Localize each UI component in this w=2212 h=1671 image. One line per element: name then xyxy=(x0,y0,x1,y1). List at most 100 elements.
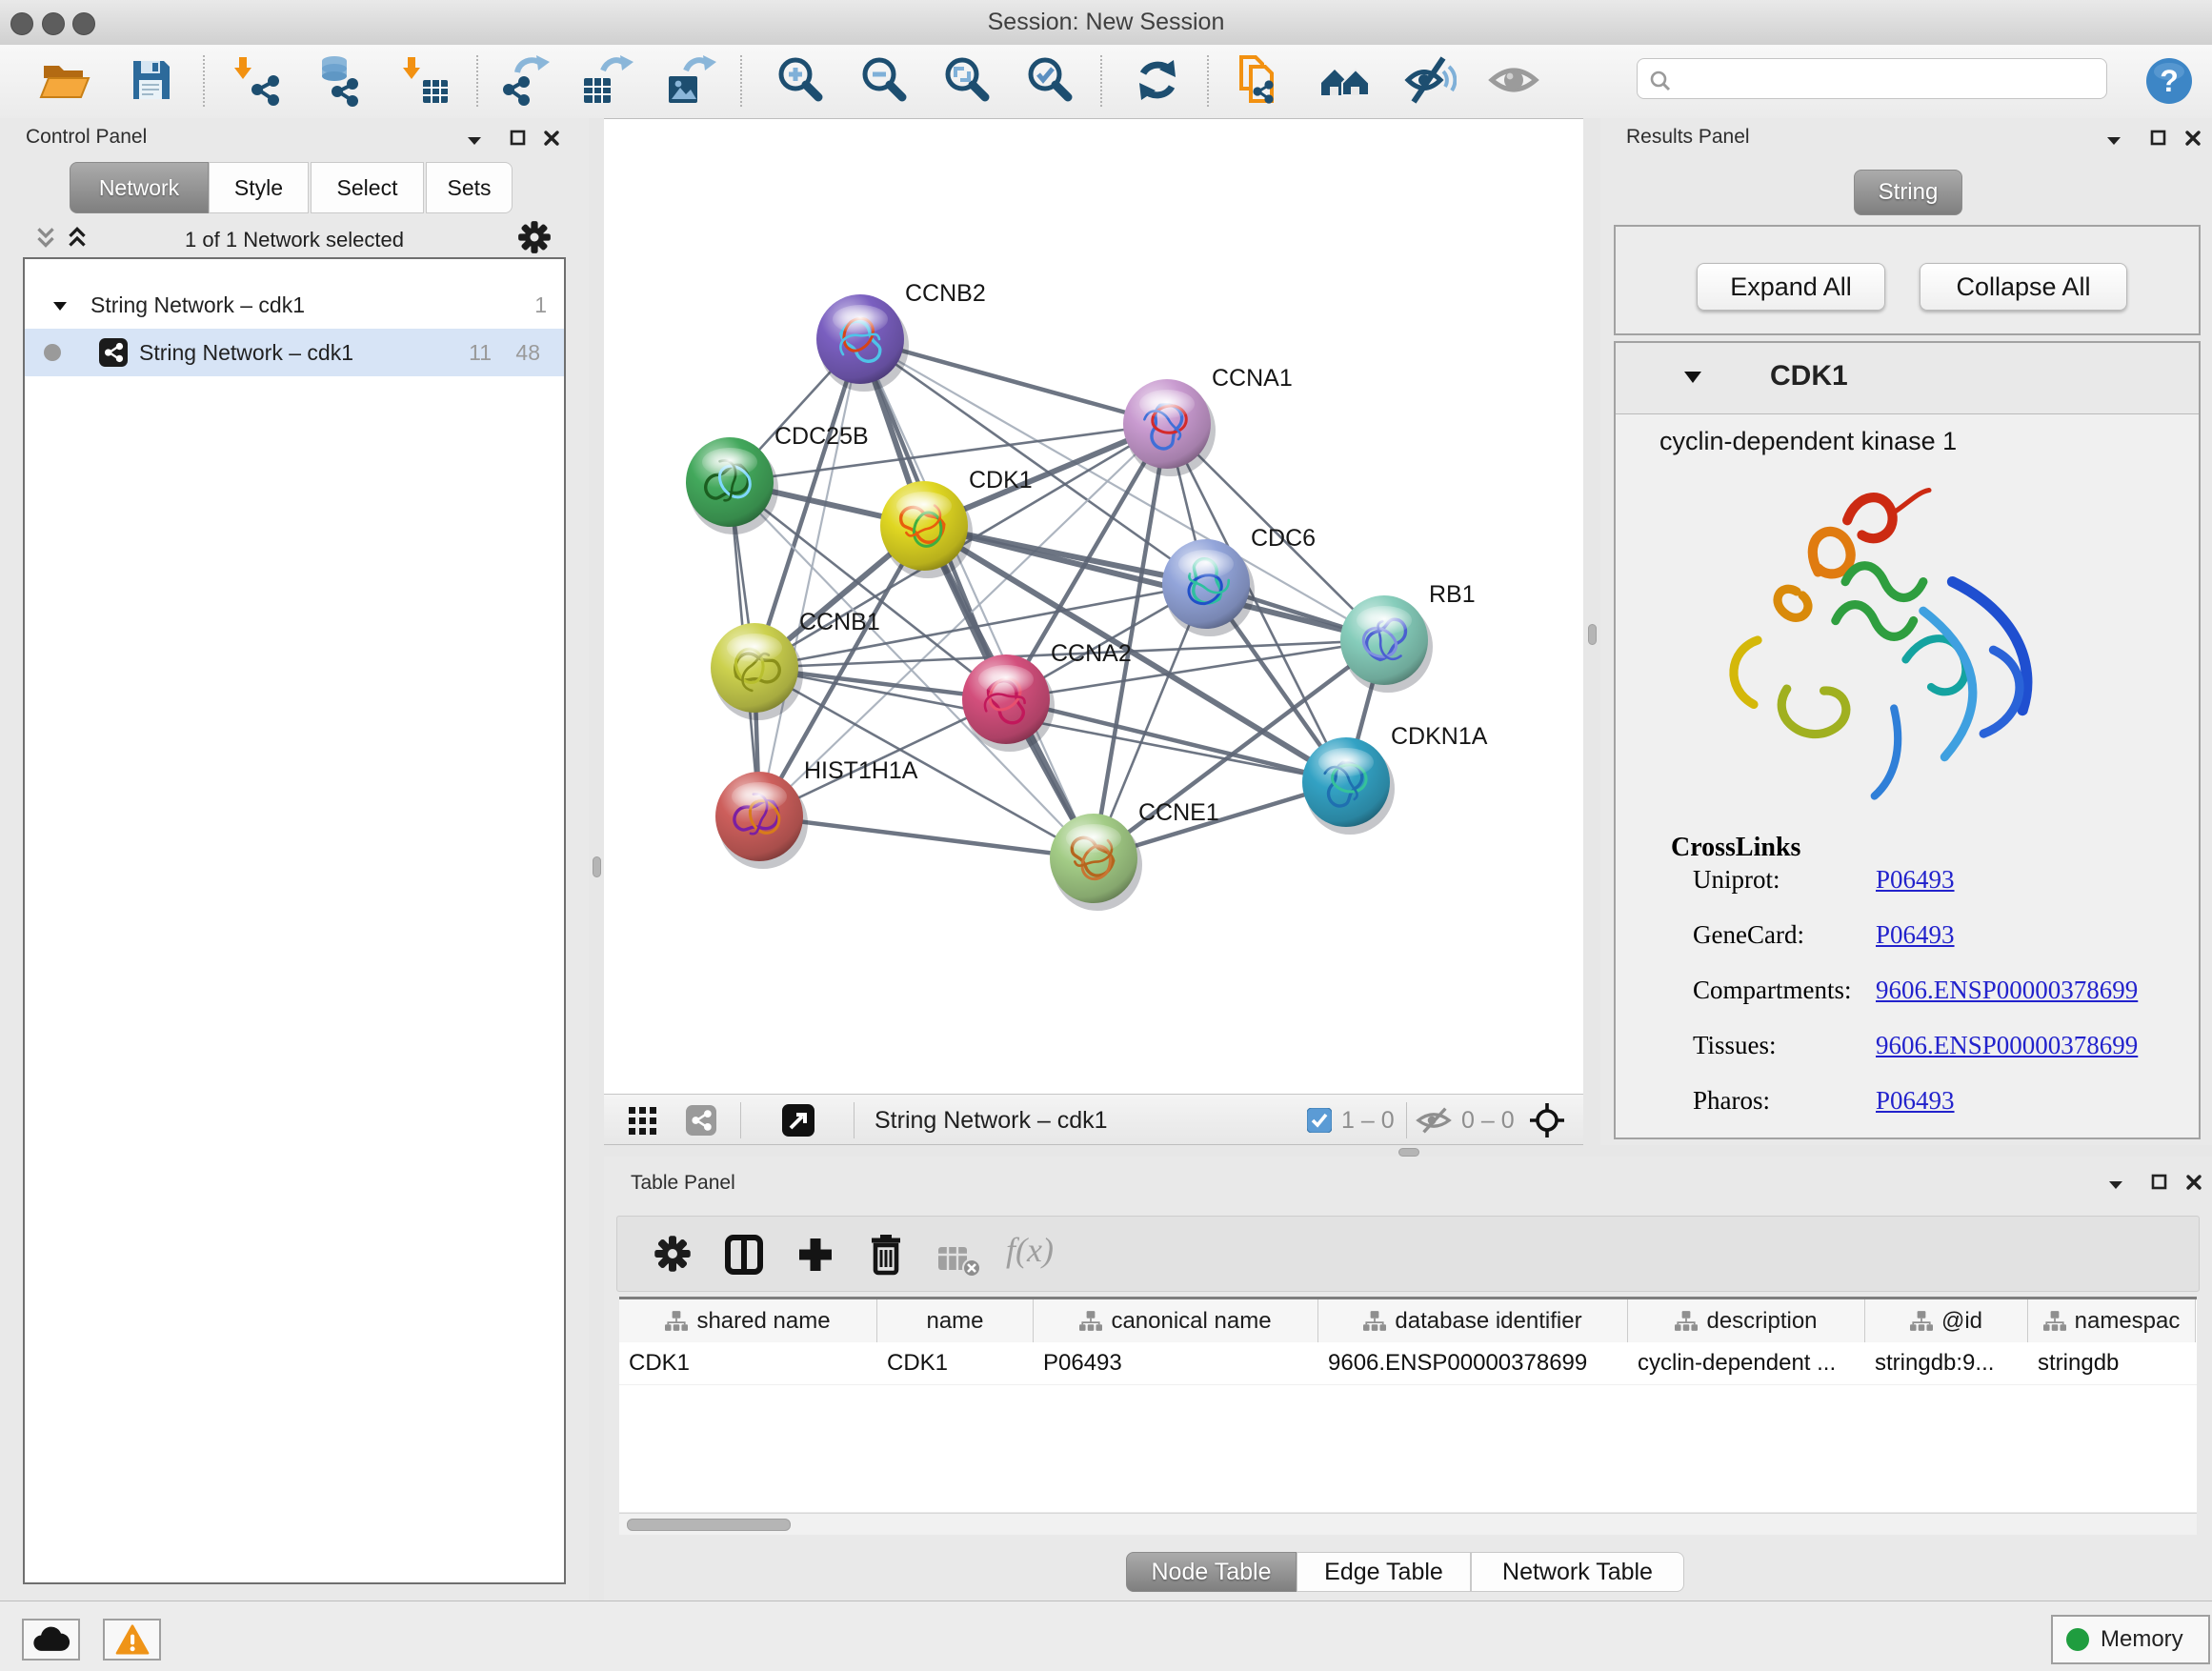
table-horizontal-scrollbar[interactable] xyxy=(619,1513,2197,1535)
column-header-description[interactable]: description xyxy=(1628,1299,1865,1342)
network-node-HIST1H1A[interactable] xyxy=(715,772,808,869)
export-table-icon[interactable] xyxy=(580,53,633,107)
control-panel-float-icon[interactable] xyxy=(508,128,531,151)
import-network-file-icon[interactable] xyxy=(231,53,285,107)
delete-column-trash-icon[interactable] xyxy=(867,1232,905,1276)
table-cell[interactable]: P06493 xyxy=(1034,1342,1318,1384)
collapse-all-button[interactable]: Collapse All xyxy=(1920,263,2127,311)
selected-checkbox-icon[interactable] xyxy=(1307,1108,1332,1133)
expand-all-button[interactable]: Expand All xyxy=(1697,263,1885,311)
table-row[interactable]: CDK1CDK1P064939606.ENSP00000378699cyclin… xyxy=(619,1342,2197,1385)
fit-selected-crosshair-icon[interactable] xyxy=(1528,1101,1566,1139)
network-node-CCNA1[interactable] xyxy=(1123,379,1216,476)
crosslink-value-link[interactable]: 9606.ENSP00000378699 xyxy=(1876,1031,2138,1060)
network-node-CDC25B[interactable] xyxy=(686,437,778,534)
open-session-icon[interactable] xyxy=(38,53,91,107)
control-tab-style[interactable]: Style xyxy=(209,162,309,213)
table-cell[interactable]: stringdb:9... xyxy=(1865,1342,2028,1384)
table-settings-gear-icon[interactable] xyxy=(654,1235,692,1273)
control-panel-menu-icon[interactable] xyxy=(464,130,487,152)
import-network-database-icon[interactable] xyxy=(312,53,365,107)
control-tab-sets[interactable]: Sets xyxy=(426,162,513,213)
function-builder-icon-disabled[interactable]: f(x) xyxy=(1006,1230,1054,1270)
network-edge-CCNB2-HIST1H1A[interactable] xyxy=(759,339,860,816)
import-table-file-icon[interactable] xyxy=(398,53,452,107)
birds-eye-view-icon[interactable] xyxy=(782,1104,814,1137)
table-cell[interactable]: CDK1 xyxy=(877,1342,1034,1384)
save-session-icon[interactable] xyxy=(124,53,177,107)
control-tab-network[interactable]: Network xyxy=(70,162,209,213)
network-row-selected[interactable]: String Network – cdk1 11 48 xyxy=(25,329,564,376)
toolbar-divider xyxy=(740,1102,741,1138)
column-header-namespac[interactable]: namespac xyxy=(2028,1299,2196,1342)
vertical-splitter-left[interactable] xyxy=(589,118,604,1601)
results-panel-float-icon[interactable] xyxy=(2148,128,2171,151)
column-header-canonical-name[interactable]: canonical name xyxy=(1034,1299,1318,1342)
zoom-selected-icon[interactable] xyxy=(1023,53,1076,107)
network-node-CDKN1A[interactable] xyxy=(1302,737,1395,835)
column-header-database-identifier[interactable]: database identifier xyxy=(1318,1299,1628,1342)
refresh-network-icon[interactable] xyxy=(1131,53,1184,107)
crosslink-value-link[interactable]: P06493 xyxy=(1876,920,1955,950)
network-options-gear-icon[interactable] xyxy=(517,220,552,254)
column-header-name[interactable]: name xyxy=(877,1299,1034,1342)
zoom-fit-icon[interactable] xyxy=(940,53,994,107)
section-collapse-icon[interactable] xyxy=(1682,368,1703,387)
memory-button[interactable]: Memory xyxy=(2051,1615,2210,1664)
add-column-icon[interactable] xyxy=(796,1236,835,1274)
table-panel-float-icon[interactable] xyxy=(2149,1172,2172,1195)
network-node-CDC6[interactable] xyxy=(1162,539,1255,636)
warnings-button[interactable] xyxy=(103,1619,161,1661)
table-tab-network-table[interactable]: Network Table xyxy=(1471,1552,1684,1592)
network-share-view-icon[interactable] xyxy=(686,1105,716,1136)
cloud-button[interactable] xyxy=(22,1619,80,1661)
grid-view-icon[interactable] xyxy=(629,1107,657,1136)
export-network-icon[interactable] xyxy=(498,53,552,107)
column-header--id[interactable]: @id xyxy=(1865,1299,2028,1342)
network-collection-row[interactable]: String Network – cdk1 1 xyxy=(25,283,564,329)
crosslink-value-link[interactable]: P06493 xyxy=(1876,1086,1955,1116)
search-input[interactable] xyxy=(1637,58,2107,99)
results-panel-close-icon[interactable] xyxy=(2182,128,2205,151)
network-canvas[interactable]: CCNB2CCNA1CDC25BCDK1CDC6RB1CCNB1CCNA2CDK… xyxy=(604,118,1583,1094)
results-panel-menu-icon[interactable] xyxy=(2103,130,2126,152)
network-node-RB1[interactable] xyxy=(1340,595,1433,693)
table-cell[interactable]: 9606.ENSP00000378699 xyxy=(1318,1342,1628,1384)
hide-selection-icon[interactable] xyxy=(1403,53,1457,107)
show-all-icon[interactable] xyxy=(1487,53,1540,107)
table-tab-node-table[interactable]: Node Table xyxy=(1126,1552,1297,1592)
horizontal-splitter[interactable] xyxy=(604,1145,2212,1157)
first-neighbors-icon[interactable] xyxy=(1318,53,1372,107)
scrollbar-thumb[interactable] xyxy=(627,1519,791,1531)
network-node-CCNE1[interactable] xyxy=(1050,814,1142,911)
network-node-CCNB2[interactable] xyxy=(816,294,909,392)
table-cell[interactable]: cyclin-dependent ... xyxy=(1628,1342,1865,1384)
help-icon[interactable]: ? xyxy=(2145,57,2193,105)
new-network-from-selection-icon[interactable] xyxy=(1236,53,1289,107)
table-panel-close-icon[interactable] xyxy=(2183,1172,2206,1195)
splitter-handle[interactable] xyxy=(1588,624,1597,645)
show-columns-icon[interactable] xyxy=(724,1234,764,1276)
table-cell[interactable]: CDK1 xyxy=(619,1342,877,1384)
crosslink-value-link[interactable]: P06493 xyxy=(1876,865,1955,895)
network-node-CDK1[interactable] xyxy=(880,481,973,578)
table-cell[interactable]: stringdb xyxy=(2028,1342,2196,1384)
table-panel-menu-icon[interactable] xyxy=(2105,1174,2128,1197)
hidden-eye-icon[interactable] xyxy=(1416,1106,1452,1135)
crosslink-value-link[interactable]: 9606.ENSP00000378699 xyxy=(1876,976,2138,1005)
results-tab-string[interactable]: String xyxy=(1854,170,1962,215)
collection-expand-icon[interactable] xyxy=(50,297,70,316)
network-edge-HIST1H1A-CCNE1[interactable] xyxy=(759,816,1094,858)
table-tab-edge-table[interactable]: Edge Table xyxy=(1297,1552,1471,1592)
export-image-icon[interactable] xyxy=(663,53,716,107)
collection-label: String Network – cdk1 xyxy=(90,292,305,318)
splitter-handle[interactable] xyxy=(1398,1148,1419,1157)
zoom-in-icon[interactable] xyxy=(774,53,827,107)
splitter-handle[interactable] xyxy=(593,856,601,877)
vertical-splitter-right[interactable] xyxy=(1583,118,1600,1145)
delete-table-icon-disabled[interactable] xyxy=(937,1245,981,1278)
control-tab-select[interactable]: Select xyxy=(311,162,424,213)
column-header-shared-name[interactable]: shared name xyxy=(619,1299,877,1342)
zoom-out-icon[interactable] xyxy=(857,53,911,107)
control-panel-close-icon[interactable] xyxy=(541,128,564,151)
